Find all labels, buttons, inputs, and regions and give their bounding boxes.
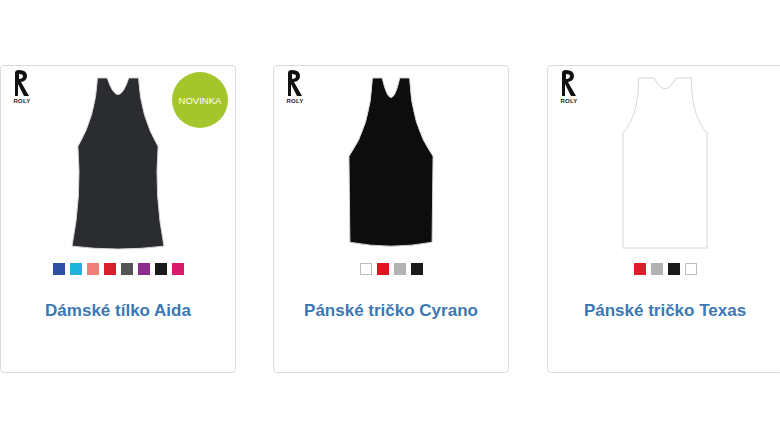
brand-logo: ROLY	[283, 69, 307, 105]
roly-logo-icon	[12, 69, 32, 97]
color-swatches	[53, 263, 184, 276]
roly-logo-icon	[285, 69, 305, 97]
color-swatch[interactable]	[377, 263, 389, 275]
color-swatches	[360, 263, 423, 276]
product-title[interactable]: Pánské tričko Texas	[578, 301, 752, 321]
product-card[interactable]: ROLY Pánské tričko Cyrano	[273, 65, 509, 373]
color-swatch[interactable]	[394, 263, 406, 275]
color-swatch[interactable]	[104, 263, 116, 275]
color-swatch[interactable]	[411, 263, 423, 275]
color-swatch[interactable]	[87, 263, 99, 275]
color-swatches	[634, 263, 697, 276]
color-swatch[interactable]	[155, 263, 167, 275]
product-grid: ROLY Dámské tílko Aida NOVINKA ROLY Pánské t…	[0, 0, 780, 373]
color-swatch[interactable]	[138, 263, 150, 275]
product-card[interactable]: ROLY Dámské tílko Aida NOVINKA	[0, 65, 236, 373]
color-swatch[interactable]	[70, 263, 82, 275]
product-image[interactable]	[336, 76, 446, 252]
brand-name: ROLY	[287, 97, 304, 105]
color-swatch[interactable]	[668, 263, 680, 275]
brand-logo: ROLY	[557, 69, 581, 105]
color-swatch[interactable]	[685, 263, 697, 275]
product-image[interactable]	[610, 76, 720, 252]
product-card[interactable]: ROLY Pánské tričko Texas	[547, 65, 780, 373]
garment-icon[interactable]	[336, 76, 446, 252]
color-swatch[interactable]	[651, 263, 663, 275]
new-badge: NOVINKA	[172, 72, 228, 128]
brand-logo: ROLY	[10, 69, 34, 105]
product-image[interactable]	[63, 76, 173, 252]
color-swatch[interactable]	[172, 263, 184, 275]
brand-name: ROLY	[561, 97, 578, 105]
brand-name: ROLY	[14, 97, 31, 105]
garment-icon[interactable]	[63, 76, 173, 252]
product-title[interactable]: Dámské tílko Aida	[39, 301, 197, 321]
color-swatch[interactable]	[360, 263, 372, 275]
color-swatch[interactable]	[634, 263, 646, 275]
product-title[interactable]: Pánské tričko Cyrano	[298, 301, 484, 321]
roly-logo-icon	[559, 69, 579, 97]
garment-icon[interactable]	[610, 76, 720, 252]
color-swatch[interactable]	[121, 263, 133, 275]
color-swatch[interactable]	[53, 263, 65, 275]
